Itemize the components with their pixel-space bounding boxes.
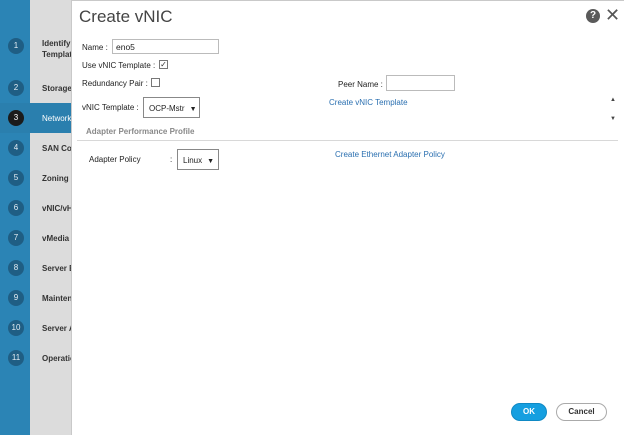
step-number: 1 [8,38,24,54]
step-label: vMedia [42,234,70,243]
adapter-performance-profile-heading: Adapter Performance Profile [86,127,195,136]
step-number: 7 [8,230,24,246]
step-label: vNIC/vH [42,204,72,213]
peer-name-input[interactable] [386,75,455,91]
create-ethernet-adapter-policy-link[interactable]: Create Ethernet Adapter Policy [335,150,445,159]
close-icon[interactable]: ✕ [605,6,620,24]
step-number: 4 [8,140,24,156]
wizard-step[interactable]: 11 Operatio [0,343,75,373]
adapter-policy-colon: : [170,155,173,164]
create-vnic-dialog: Create vNIC ? ✕ Name : eno5 Use vNIC Tem… [71,0,624,435]
wizard-step[interactable]: 10 Server A [0,313,75,343]
vnic-template-value: OCP-Mstr [149,104,185,113]
wizard-step[interactable]: 7 vMedia [0,223,75,253]
use-vnic-template-checkbox[interactable]: ✓ [159,60,168,69]
dropdown-arrow-icon: ▼ [207,158,215,165]
wizard-step[interactable]: 3 Network [0,103,75,133]
dialog-title: Create vNIC [79,7,173,26]
wizard-step[interactable]: 1 Identify Templat [0,31,75,61]
cancel-button[interactable]: Cancel [556,403,607,421]
wizard-step[interactable]: 2 Storage [0,73,75,103]
vnic-template-select[interactable]: OCP-Mstr ▼ [143,97,200,118]
step-number: 3 [8,110,24,126]
step-label: Server A [42,324,72,333]
step-number: 8 [8,260,24,276]
section-divider [77,140,618,141]
adapter-policy-value: Linux [183,156,203,165]
peer-name-label: Peer Name : [338,80,383,89]
step-label: Server B [42,264,72,273]
step-label: SAN Co [42,144,72,153]
step-number: 11 [8,350,24,366]
wizard-step[interactable]: 5 Zoning [0,163,75,193]
scroll-down-icon[interactable]: ▼ [610,116,616,122]
wizard-step[interactable]: 4 SAN Co [0,133,75,163]
scroll-up-icon[interactable]: ▲ [610,97,616,103]
step-number: 5 [8,170,24,186]
step-number: 10 [8,320,24,336]
step-number: 2 [8,80,24,96]
wizard-step[interactable]: 9 Mainten [0,283,75,313]
step-number: 9 [8,290,24,306]
wizard-step[interactable]: 6 vNIC/vH [0,193,75,223]
step-label: Operatio [42,354,72,363]
name-label: Name : [82,43,108,52]
step-label: Network [42,114,72,123]
adapter-policy-select[interactable]: Linux ▼ [177,149,219,170]
step-number: 6 [8,200,24,216]
name-input[interactable]: eno5 [112,39,219,54]
step-label: Zoning [42,174,69,183]
use-vnic-template-label: Use vNIC Template : [82,61,156,70]
vnic-template-label: vNIC Template : [82,103,139,112]
create-vnic-template-link[interactable]: Create vNIC Template [329,98,408,107]
dropdown-arrow-icon: ▼ [189,106,197,113]
step-label: Mainten [42,294,72,303]
step-label: Storage [42,84,72,93]
ok-button[interactable]: OK [511,403,547,421]
wizard-step[interactable]: 8 Server B [0,253,75,283]
redundancy-pair-checkbox[interactable] [151,78,160,87]
adapter-policy-label: Adapter Policy [89,155,141,164]
help-icon[interactable]: ? [586,9,600,23]
redundancy-pair-label: Redundancy Pair : [82,79,148,88]
step-label: Identify Templat [42,39,72,59]
